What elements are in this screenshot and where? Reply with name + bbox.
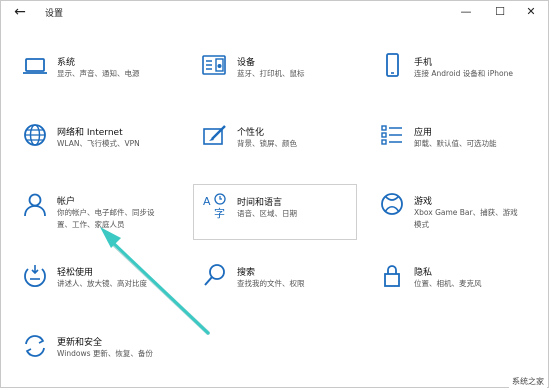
tile-description: 讲述人、放大镜、高对比度 [57,279,147,288]
maximize-button[interactable]: ☐ [491,4,509,20]
tile-description: 查找我的文件、权限 [237,279,305,288]
tile-apps[interactable]: 应用 卸载、默认值、可选功能 [372,115,547,165]
tile-description: 模式 [414,220,429,229]
tile-description: 背景、锁屏、颜色 [237,139,297,148]
tile-privacy[interactable]: 隐私 位置、相机、麦克风 [372,255,547,305]
tile-phone[interactable]: 手机 连接 Android 设备和 iPhone [372,45,547,95]
lock-icon [377,261,407,291]
ease-of-access-icon [20,261,50,291]
tile-description: WLAN、飞行模式、VPN [57,139,140,148]
tile-description: Windows 更新、恢复、备份 [57,349,153,358]
search-icon [200,261,230,291]
tile-network[interactable]: 网络和 Internet WLAN、飞行模式、VPN [15,115,185,165]
tile-description: 置、工作、家庭人员 [57,220,125,229]
tile-update-security[interactable]: 更新和安全 Windows 更新、恢复、备份 [15,325,185,375]
window-title: 设置 [45,9,64,19]
tile-description: Xbox Game Bar、捕获、游戏 [414,208,518,217]
close-button[interactable]: ✕ [522,4,540,20]
tile-description: 位置、相机、麦克风 [414,279,482,288]
apps-list-icon [377,121,407,151]
person-icon [20,190,50,220]
tile-system[interactable]: 系统 显示、声音、通知、电源 [15,45,185,95]
svg-text:A: A [203,195,211,208]
time-language-icon: A字 [200,191,230,221]
laptop-icon [20,51,50,81]
tile-time-language[interactable]: A字 时间和语言 语音、区域、日期 [193,184,357,240]
watermark: 系统之家 [509,375,547,388]
tile-personalization[interactable]: 个性化 背景、锁屏、颜色 [195,115,365,165]
keyboard-speaker-icon [200,51,230,81]
tile-description: 连接 Android 设备和 iPhone [414,69,513,78]
tile-description: 卸载、默认值、可选功能 [414,139,497,148]
globe-icon [20,121,50,151]
tile-accounts[interactable]: 帐户 你的帐户、电子邮件、同步设 置、工作、家庭人员 [15,184,185,240]
minimize-button[interactable]: — [457,4,475,20]
sync-icon [20,331,50,361]
svg-text:字: 字 [214,206,225,220]
paintbrush-icon [200,121,230,151]
title-bar: ← 设置 — ☐ ✕ [0,0,551,26]
xbox-icon [377,190,407,220]
phone-icon [377,51,407,81]
tile-gaming[interactable]: 游戏 Xbox Game Bar、捕获、游戏 模式 [372,184,547,240]
tile-search[interactable]: 搜索 查找我的文件、权限 [195,255,365,305]
tile-description: 显示、声音、通知、电源 [57,69,140,78]
tile-description: 语音、区域、日期 [237,209,297,218]
tile-description: 蓝牙、打印机、鼠标 [237,69,305,78]
back-button[interactable]: ← [12,4,28,20]
tile-ease-of-access[interactable]: 轻松使用 讲述人、放大镜、高对比度 [15,255,185,305]
tile-devices[interactable]: 设备 蓝牙、打印机、鼠标 [195,45,365,95]
